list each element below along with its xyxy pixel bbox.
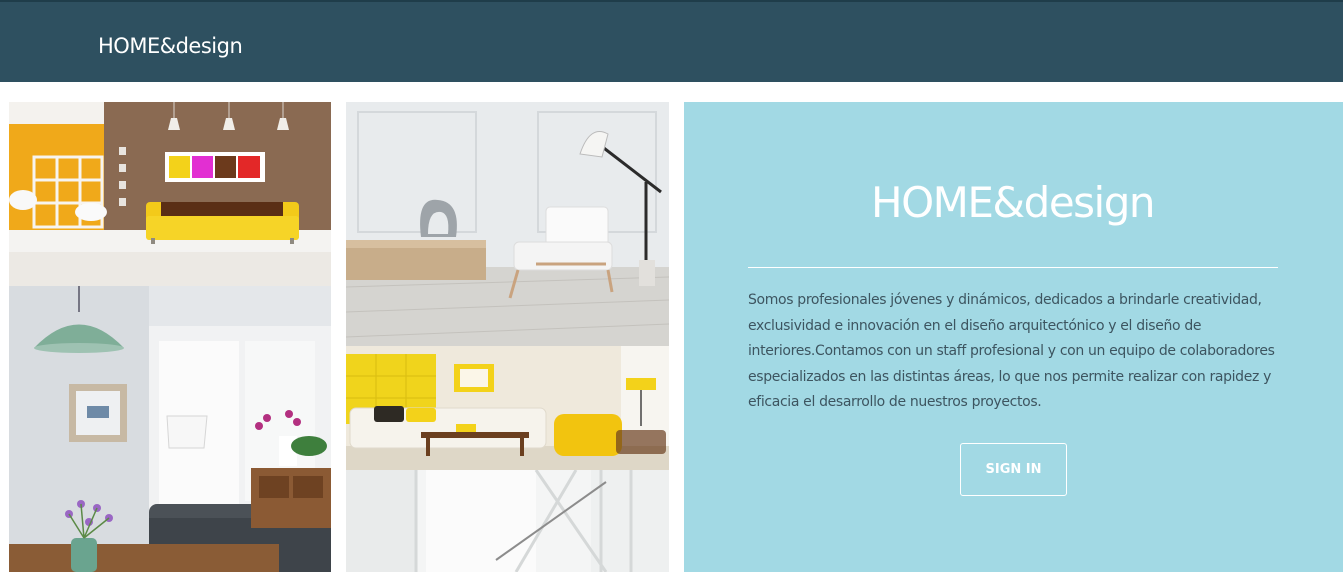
living-room-yellow-sofa-photo (9, 102, 331, 286)
panel-description: Somos profesionales jóvenes y dinámicos,… (748, 292, 1275, 410)
about-panel: HOME&design Somos profesionales jóvenes … (684, 102, 1343, 572)
sign-in-button[interactable]: SIGN IN (960, 443, 1067, 496)
staircase-photo (346, 470, 669, 572)
living-room-lamp-photo (9, 286, 331, 572)
white-sofa-yellow-chairs-photo (346, 346, 669, 470)
top-navbar: HOME&design (0, 0, 1343, 82)
gallery-column-left (9, 102, 331, 572)
panel-divider (748, 267, 1278, 268)
white-chair-floor-lamp-photo (346, 102, 669, 346)
panel-title: HOME&design (684, 178, 1343, 227)
gallery-column-middle (346, 102, 669, 572)
brand-logo-link[interactable]: HOME&design (98, 36, 243, 57)
panel-title-text: HOME&design (871, 178, 1156, 227)
